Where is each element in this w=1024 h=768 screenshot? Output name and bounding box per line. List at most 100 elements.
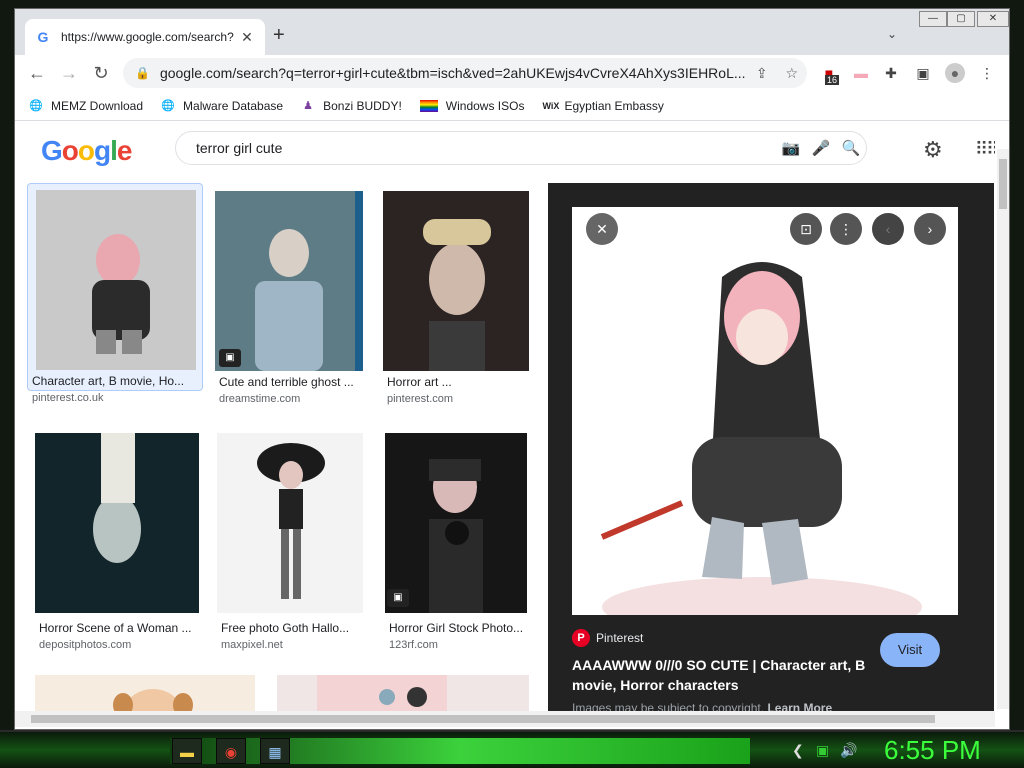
tray-chevron-icon[interactable]: ❮ xyxy=(792,742,804,759)
taskbar: ▬ ◉ ▦ ❮ ▣ 🔊 6:55 PM xyxy=(0,730,1024,768)
browser-toolbar: ← → ↻ 🔒 google.com/search?q=terror+girl+… xyxy=(15,55,1009,91)
lens-search-icon[interactable]: ⊡ xyxy=(790,213,822,245)
result-card-4[interactable]: Horror Scene of a Woman ... depositphoto… xyxy=(35,433,199,651)
reload-icon[interactable]: ↻ xyxy=(89,61,113,85)
camera-icon[interactable]: 📷 xyxy=(776,139,806,157)
globe-icon: 🌐 xyxy=(29,99,43,112)
apps-grid-icon[interactable]: ⠿⠿ xyxy=(975,139,995,160)
result-source[interactable]: depositphotos.com xyxy=(39,639,131,651)
result-card-1[interactable]: Character art, B movie, Ho... pinterest.… xyxy=(27,183,203,404)
copyright-notice: Images may be subject to copyright. Lear… xyxy=(572,701,832,711)
result-image[interactable] xyxy=(383,191,529,371)
result-caption[interactable]: Character art, B movie, Ho... xyxy=(32,374,184,388)
result-card-5[interactable]: Free photo Goth Hallo... maxpixel.net xyxy=(217,433,365,651)
result-image[interactable] xyxy=(385,433,527,613)
bookmark-malware-database[interactable]: 🌐 Malware Database xyxy=(161,99,283,113)
microphone-icon[interactable]: 🎤 xyxy=(806,139,836,157)
bookmarks-bar: 🌐 MEMZ Download 🌐 Malware Database ♟ Bonzi … xyxy=(15,91,1009,121)
trans-flag-extension-icon[interactable]: ▬ xyxy=(851,63,871,83)
image-type-badge-icon: ▣ xyxy=(219,349,241,367)
share-icon[interactable]: ⇪ xyxy=(756,65,768,82)
volume-icon[interactable]: 🔊 xyxy=(840,742,857,759)
bonzi-icon: ♟ xyxy=(303,99,314,112)
page-horizontal-scrollbar[interactable] xyxy=(15,711,995,727)
tab-title: https://www.google.com/search? xyxy=(61,30,234,44)
bookmark-egyptian-embassy[interactable]: WiX Egyptian Embassy xyxy=(542,99,663,113)
learn-more-link[interactable]: Learn More xyxy=(767,701,832,711)
chrome-taskbar-icon[interactable]: ◉ xyxy=(216,738,246,764)
back-icon[interactable]: ← xyxy=(25,61,49,85)
bookmark-memz-download[interactable]: 🌐 MEMZ Download xyxy=(29,99,143,113)
extensions-puzzle-icon[interactable]: ✚ xyxy=(881,63,901,83)
image-preview-panel: ✕ ⊡ ⋮ ‹ › P Pinterest AAAAWWW 0///0 SO C… xyxy=(548,183,994,711)
google-images-page: Google terror girl cute 📷 🎤 🔍 ⚙ ⠿⠿ Chara… xyxy=(15,121,995,711)
taskbar-glow xyxy=(170,738,750,764)
address-bar[interactable]: 🔒 google.com/search?q=terror+girl+cute&t… xyxy=(123,58,807,88)
tab-bar: G https://www.google.com/search? ✕ + ⌄ —… xyxy=(15,9,1009,55)
result-source[interactable]: dreamstime.com xyxy=(219,393,300,405)
scroll-thumb[interactable] xyxy=(31,715,935,723)
result-card-3[interactable]: Horror art ... pinterest.com xyxy=(383,183,531,405)
result-image[interactable] xyxy=(35,433,199,613)
pinterest-icon: P xyxy=(572,629,590,647)
next-image-icon[interactable]: › xyxy=(914,213,946,245)
file-explorer-icon[interactable]: ▬ xyxy=(172,738,202,764)
result-caption[interactable]: Horror Scene of a Woman ... xyxy=(39,621,192,635)
scroll-thumb[interactable] xyxy=(999,159,1007,209)
result-card-2[interactable]: ▣ Cute and terrible ghost ... dreamstime… xyxy=(215,183,365,405)
search-input[interactable]: terror girl cute xyxy=(196,140,776,156)
side-panel-icon[interactable]: ▣ xyxy=(913,63,933,83)
more-options-icon[interactable]: ⋮ xyxy=(830,213,862,245)
page-vertical-scrollbar[interactable] xyxy=(997,149,1009,709)
result-caption[interactable]: Horror art ... xyxy=(387,375,452,389)
previous-image-icon[interactable]: ‹ xyxy=(872,213,904,245)
preview-title[interactable]: AAAAWWW 0///0 SO CUTE | Character art, B… xyxy=(572,655,872,695)
result-image[interactable] xyxy=(36,190,196,370)
preview-image[interactable] xyxy=(572,207,958,637)
chrome-window: G https://www.google.com/search? ✕ + ⌄ —… xyxy=(14,8,1010,730)
result-source[interactable]: pinterest.com xyxy=(387,393,453,405)
search-icon[interactable]: 🔍 xyxy=(836,139,866,157)
forward-icon[interactable]: → xyxy=(57,61,81,85)
bookmark-windows-isos[interactable]: Windows ISOs xyxy=(419,99,524,113)
minimize-button[interactable]: — xyxy=(919,11,947,27)
chrome-menu-icon[interactable]: ⋮ xyxy=(977,63,997,83)
result-card-7[interactable] xyxy=(35,675,255,711)
result-source[interactable]: 123rf.com xyxy=(389,639,438,651)
result-source[interactable]: pinterest.co.uk xyxy=(32,392,104,404)
image-type-badge-icon: ▣ xyxy=(387,589,409,607)
new-tab-icon[interactable]: + xyxy=(273,25,285,45)
bookmark-bonzi-buddy[interactable]: ♟ Bonzi BUDDY! xyxy=(301,99,402,113)
result-caption[interactable]: Free photo Goth Hallo... xyxy=(221,621,349,635)
source-site-name: Pinterest xyxy=(596,631,644,645)
result-image[interactable] xyxy=(215,191,363,371)
desktop: G https://www.google.com/search? ✕ + ⌄ —… xyxy=(0,0,1024,768)
app-taskbar-icon[interactable]: ▦ xyxy=(260,738,290,764)
profile-avatar-icon[interactable]: ● xyxy=(945,63,965,83)
close-preview-button[interactable]: ✕ xyxy=(586,213,618,245)
bookmark-star-icon[interactable]: ☆ xyxy=(786,65,799,82)
result-card-8[interactable] xyxy=(277,675,529,711)
rainbow-flag-icon xyxy=(419,99,438,112)
visit-button[interactable]: Visit xyxy=(880,633,940,667)
result-image[interactable] xyxy=(217,433,363,613)
globe-icon: 🌐 xyxy=(161,99,175,112)
close-window-button[interactable]: ✕ xyxy=(977,11,1009,27)
lock-icon: 🔒 xyxy=(135,66,150,80)
taskbar-clock[interactable]: 6:55 PM xyxy=(884,735,981,766)
maximize-button[interactable]: ▢ xyxy=(947,11,975,27)
browser-tab[interactable]: G https://www.google.com/search? ✕ xyxy=(25,19,265,55)
search-box[interactable]: terror girl cute 📷 🎤 🔍 xyxy=(175,131,867,165)
google-logo[interactable]: Google xyxy=(41,135,132,167)
source-site[interactable]: P Pinterest xyxy=(572,629,643,647)
result-caption[interactable]: Cute and terrible ghost ... xyxy=(219,375,354,389)
settings-gear-icon[interactable]: ⚙ xyxy=(923,137,943,163)
google-favicon-icon: G xyxy=(37,29,49,45)
tab-search-chevron-icon[interactable]: ⌄ xyxy=(887,27,897,41)
tab-close-icon[interactable]: ✕ xyxy=(239,29,255,46)
result-card-6[interactable]: ▣ Horror Girl Stock Photo... 123rf.com xyxy=(385,433,531,651)
network-icon[interactable]: ▣ xyxy=(816,742,829,759)
url-text: google.com/search?q=terror+girl+cute&tbm… xyxy=(159,65,746,81)
result-source[interactable]: maxpixel.net xyxy=(221,639,283,651)
result-caption[interactable]: Horror Girl Stock Photo... xyxy=(389,621,523,635)
